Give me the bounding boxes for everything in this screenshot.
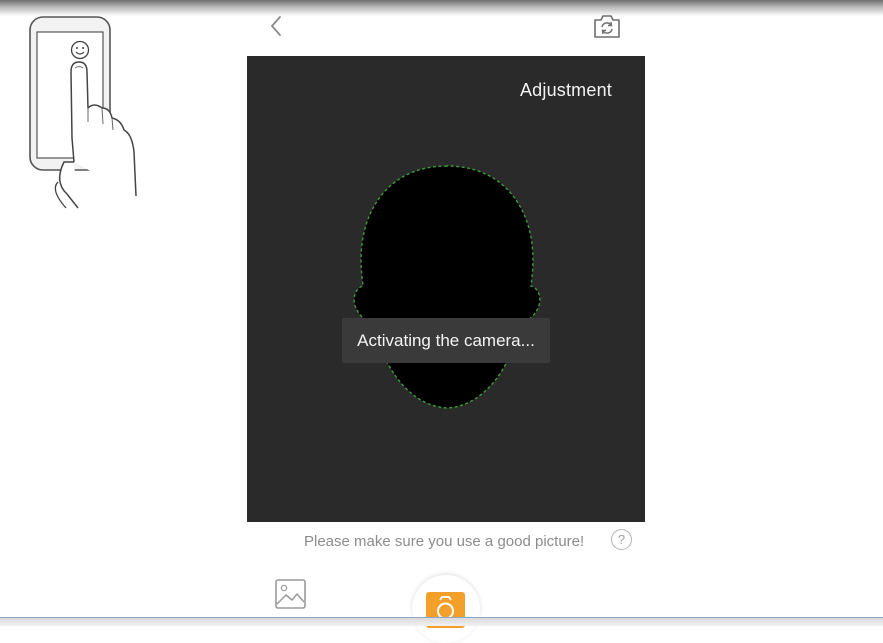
- status-toast: Activating the camera...: [342, 318, 550, 363]
- camera-switch-icon: [594, 15, 620, 38]
- picture-hint-text: Please make sure you use a good picture!: [304, 533, 585, 550]
- help-button[interactable]: ?: [611, 529, 632, 550]
- camera-preview: Adjustment Activating the camera...: [247, 56, 645, 522]
- switch-camera-button[interactable]: [590, 10, 624, 42]
- chevron-left-icon: [270, 16, 281, 36]
- back-button[interactable]: [264, 12, 288, 40]
- adjustment-button[interactable]: Adjustment: [520, 80, 612, 101]
- tutorial-illustration: [22, 12, 152, 218]
- face-outline-guide: [353, 165, 541, 409]
- question-mark-icon: ?: [617, 532, 626, 547]
- finger-tapping-face-icon: [29, 16, 137, 209]
- image-icon: [275, 579, 306, 609]
